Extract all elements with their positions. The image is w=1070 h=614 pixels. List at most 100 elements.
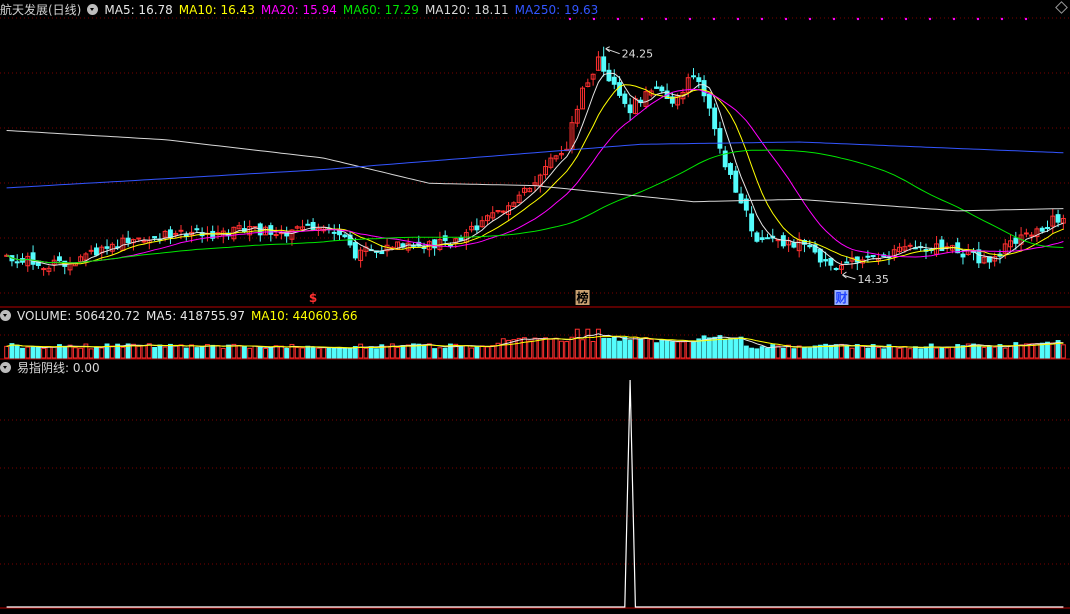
candle-body (352, 242, 358, 259)
volume-bar (109, 345, 115, 359)
volume-bar (918, 348, 924, 359)
candle-body (342, 234, 348, 238)
candle-body (817, 248, 823, 263)
volume-bar (337, 347, 342, 359)
volume-bar (463, 345, 469, 359)
volume-bar (574, 328, 580, 359)
volume-bar (696, 338, 702, 359)
volume-bar (226, 344, 231, 359)
volume-bar (923, 346, 929, 359)
chevron-down-icon[interactable] (0, 362, 11, 373)
volume-bar (199, 346, 205, 359)
volume-bar (754, 348, 760, 359)
volume-bar (220, 347, 226, 359)
candle-body (691, 75, 696, 78)
candle-body (706, 93, 712, 109)
volume-bar (363, 347, 369, 359)
ma20-label: MA20: 15.94 (260, 3, 337, 17)
volume-bar (553, 337, 559, 359)
volume-bar (35, 346, 41, 359)
volume-bar (395, 346, 401, 359)
volume-bar (157, 344, 163, 359)
volume-bar (88, 348, 94, 359)
volume-bar (786, 344, 792, 359)
ma250-label: MA250: 19.63 (514, 3, 599, 17)
volume-bar (331, 347, 337, 359)
signal-dot (880, 17, 884, 21)
volume-bar (796, 345, 802, 359)
volume-bar (474, 345, 480, 359)
volume-bar (41, 347, 47, 359)
candle-body (754, 232, 760, 242)
signal-dot (616, 17, 620, 21)
low-arrow-icon (842, 271, 856, 280)
signal-dot (688, 17, 692, 21)
volume-ma10-label: MA10: 440603.66 (250, 309, 358, 323)
volume-bar (643, 337, 649, 359)
candle-body (88, 249, 94, 252)
candle-body (907, 244, 913, 247)
volume-bar (1034, 343, 1040, 359)
volume-bar (4, 345, 10, 359)
volume-bar (865, 347, 871, 359)
volume-bar (210, 344, 216, 359)
signal-dot (568, 17, 572, 21)
volume-bar (521, 337, 527, 359)
volume-bar (162, 346, 168, 359)
event-marker: 榜 (577, 290, 589, 305)
chevron-down-icon[interactable] (0, 310, 11, 321)
volume-bar (812, 345, 818, 359)
candle-body (1045, 226, 1050, 229)
signal-dot (736, 17, 740, 21)
volume-bar (25, 346, 31, 359)
volume-bar (273, 345, 279, 359)
candle-body (833, 268, 839, 271)
low-price-label: 14.35 (857, 273, 889, 286)
ma10-label: MA10: 16.43 (178, 3, 255, 17)
chart-svg: 24.25 14.35 $ 榜 财 (0, 17, 1070, 609)
candle-body (458, 237, 464, 241)
chevron-down-icon[interactable] (87, 4, 99, 15)
volume-bar (1013, 342, 1019, 359)
candle-body (136, 237, 142, 240)
volume-bar (78, 347, 84, 359)
signal-dot (664, 17, 668, 21)
volume-bar (912, 346, 918, 359)
volume-bar (580, 339, 585, 359)
candle-body (622, 93, 628, 104)
volume-bar (1008, 345, 1013, 359)
candle-body (273, 234, 279, 237)
volume-bar (173, 345, 179, 359)
volume-bar (960, 345, 966, 359)
volume-bar (770, 344, 776, 359)
volume-bar (617, 340, 622, 359)
candle-body (474, 225, 480, 231)
signal-dot (856, 17, 860, 21)
volume-bar (860, 345, 866, 359)
volume-bar (263, 347, 268, 359)
candle-body (379, 250, 385, 255)
volume-bar (891, 346, 897, 359)
candle-body (194, 228, 200, 231)
volume-bar (321, 347, 327, 359)
volume-bar (400, 345, 406, 359)
volume-bar (247, 347, 253, 359)
volume-bar (278, 345, 284, 359)
volume-bar (537, 338, 543, 359)
volume-bar (485, 346, 490, 359)
volume-bar (775, 345, 781, 359)
candle-body (1039, 227, 1045, 232)
volume-bar (986, 345, 992, 359)
volume-bar (94, 346, 99, 359)
volume-bar (189, 344, 195, 359)
volume-bar (1018, 344, 1024, 359)
candle-body (178, 229, 184, 232)
volume-bar (14, 344, 20, 359)
volume-bar (1039, 342, 1045, 359)
candle-body (749, 213, 755, 232)
high-price-label: 24.25 (622, 48, 654, 61)
candle-body (659, 86, 665, 92)
volume-bar (976, 345, 982, 359)
kline-chart[interactable]: 24.25 14.35 $ 榜 财 航天发展(日线) MA5: 16.78 MA10: 16… (0, 0, 1070, 614)
candle-body (654, 86, 659, 89)
